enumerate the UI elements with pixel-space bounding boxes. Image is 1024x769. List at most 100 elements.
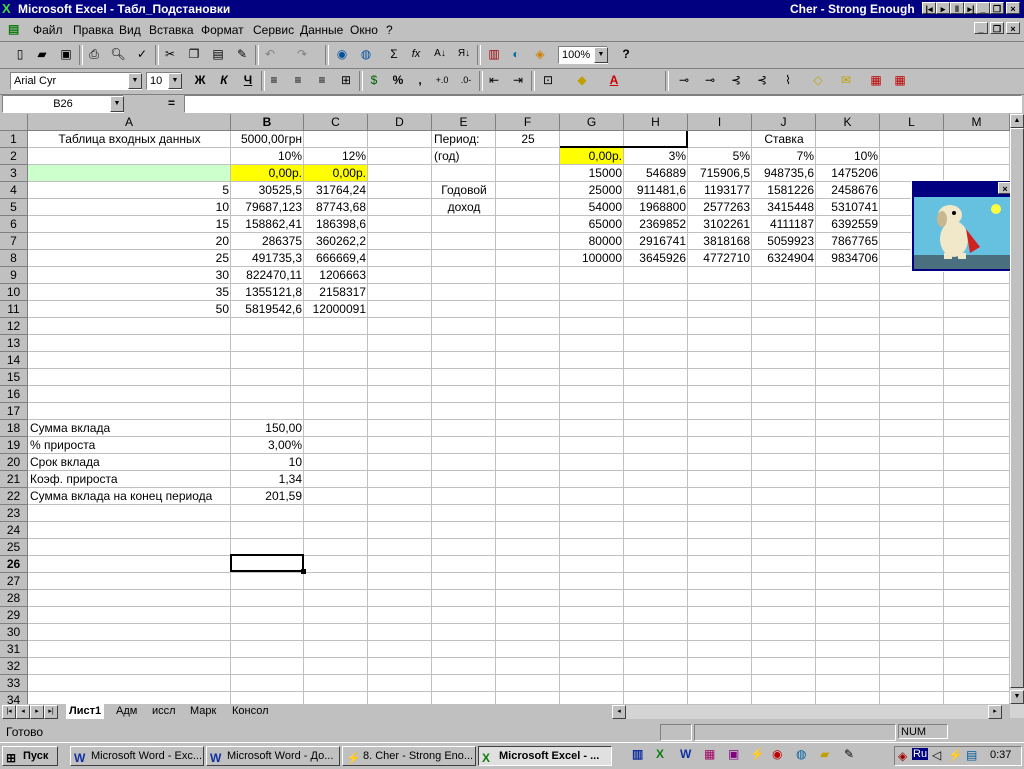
redo-icon[interactable]: ↷ (292, 44, 312, 64)
quick-media-icon[interactable]: ◉ (772, 747, 782, 761)
cell-c8[interactable]: 666669,4 (304, 250, 368, 267)
print-preview-icon[interactable]: 🔍︎ (108, 44, 128, 64)
trace-error-icon[interactable]: ◇ (808, 70, 828, 90)
save-icon[interactable]: ▣ (56, 44, 76, 64)
row-header-23[interactable]: 23 (0, 505, 28, 522)
menu-edit[interactable]: Правка (73, 23, 114, 37)
cell-g7[interactable]: 80000 (560, 233, 624, 250)
cell-h3[interactable]: 546889 (624, 165, 688, 182)
quick-excel-icon[interactable]: X (656, 747, 664, 761)
cell-e5[interactable]: доход (432, 199, 496, 216)
column-header-a[interactable]: A (28, 114, 231, 131)
winamp-pause-icon[interactable]: ‖ (950, 2, 964, 14)
bold-button[interactable]: Ж (190, 70, 210, 90)
trace-dependents-icon[interactable]: ⊰ (726, 70, 746, 90)
name-box[interactable]: B26 (2, 95, 124, 113)
cell-b9[interactable]: 822470,11 (231, 267, 304, 284)
row-header-4[interactable]: 4 (0, 182, 28, 199)
increase-decimal-icon[interactable]: +.0 (432, 70, 452, 90)
cell-f1[interactable]: 25 (496, 131, 560, 148)
drawing-icon[interactable]: ◈ (530, 44, 550, 64)
winamp-prev-icon[interactable]: |◂ (922, 2, 936, 14)
cell-a20[interactable]: Срок вклада (28, 454, 231, 471)
cell-a6[interactable]: 15 (28, 216, 231, 233)
menu-tools[interactable]: Сервис (253, 23, 294, 37)
cell-a4[interactable]: 5 (28, 182, 231, 199)
cell-a9[interactable]: 30 (28, 267, 231, 284)
name-box-dropdown-icon[interactable]: ▼ (110, 96, 124, 112)
tray-icon[interactable]: ◈ (898, 749, 907, 763)
cell-a11[interactable]: 50 (28, 301, 231, 318)
cell-j8[interactable]: 6324904 (752, 250, 816, 267)
row-header-33[interactable]: 33 (0, 675, 28, 692)
row-header-11[interactable]: 11 (0, 301, 28, 318)
cell-a18[interactable]: Сумма вклада (28, 420, 231, 437)
close-icon[interactable]: × (1006, 2, 1020, 14)
quick-access-icon[interactable]: ▣ (728, 747, 739, 761)
rocky-dog-icon[interactable] (914, 197, 1012, 269)
cell-j6[interactable]: 4111187 (752, 216, 816, 233)
cell-c10[interactable]: 2158317 (304, 284, 368, 301)
tray-winamp-icon[interactable]: ⚡ (948, 748, 963, 762)
fill-color-icon[interactable]: ◆ (572, 70, 592, 90)
cell-b18[interactable]: 150,00 (231, 420, 304, 437)
italic-button[interactable]: К (214, 70, 234, 90)
cell-h8[interactable]: 3645926 (624, 250, 688, 267)
menu-format[interactable]: Формат (201, 23, 244, 37)
cell-c11[interactable]: 12000091 (304, 301, 368, 318)
quick-explorer-icon[interactable]: ◍ (796, 747, 806, 761)
remove-all-arrows-icon[interactable]: ⌇ (778, 70, 798, 90)
row-header-5[interactable]: 5 (0, 199, 28, 216)
align-left-icon[interactable]: ≡ (264, 70, 284, 90)
doc-restore-icon[interactable]: ❐ (990, 22, 1004, 34)
row-header-1[interactable]: 1 (0, 131, 28, 148)
copy-icon[interactable]: ❐ (184, 44, 204, 64)
office-assistant-icon[interactable]: ? (616, 44, 636, 64)
cell-k6[interactable]: 6392559 (816, 216, 880, 233)
doc-close-icon[interactable]: × (1006, 22, 1020, 34)
decrease-decimal-icon[interactable]: .0- (456, 70, 476, 90)
cut-icon[interactable]: ✂ (160, 44, 180, 64)
row-header-21[interactable]: 21 (0, 471, 28, 488)
cell-a21[interactable]: Коэф. прироста (28, 471, 231, 488)
new-icon[interactable]: ▯ (10, 44, 30, 64)
print-icon[interactable]: ⎙ (84, 44, 104, 64)
cell-g8[interactable]: 100000 (560, 250, 624, 267)
row-header-20[interactable]: 20 (0, 454, 28, 471)
cell-b8[interactable]: 491735,3 (231, 250, 304, 267)
cell-h4[interactable]: 911481,6 (624, 182, 688, 199)
row-header-10[interactable]: 10 (0, 284, 28, 301)
row-header-13[interactable]: 13 (0, 335, 28, 352)
row-header-17[interactable]: 17 (0, 403, 28, 420)
cell-h2[interactable]: 3% (624, 148, 688, 165)
menu-data[interactable]: Данные (300, 23, 343, 37)
cell-i3[interactable]: 715906,5 (688, 165, 752, 182)
column-header-l[interactable]: L (880, 114, 944, 131)
formula-equals-button[interactable]: = (168, 96, 175, 110)
document-icon[interactable]: ▤ (8, 22, 19, 36)
cell-c4[interactable]: 31764,24 (304, 182, 368, 199)
cell-g6[interactable]: 65000 (560, 216, 624, 233)
row-header-28[interactable]: 28 (0, 590, 28, 607)
underline-button[interactable]: Ч (238, 70, 258, 90)
autosum-icon[interactable]: Σ (384, 44, 404, 64)
cell-k5[interactable]: 5310741 (816, 199, 880, 216)
cell-e1[interactable]: Период: (432, 131, 496, 148)
undo-icon[interactable]: ↶ (260, 44, 280, 64)
scroll-left-icon[interactable]: ◂ (612, 705, 626, 719)
quick-winamp-icon[interactable]: ⚡ (750, 747, 765, 761)
function-icon[interactable]: fx (406, 44, 426, 64)
scroll-up-icon[interactable]: ▲ (1010, 114, 1024, 128)
row-header-19[interactable]: 19 (0, 437, 28, 454)
cell-j4[interactable]: 1581226 (752, 182, 816, 199)
row-header-3[interactable]: 3 (0, 165, 28, 182)
winamp-play-icon[interactable]: ▸ (936, 2, 950, 14)
row-header-24[interactable]: 24 (0, 522, 28, 539)
row-header-6[interactable]: 6 (0, 216, 28, 233)
cell-k8[interactable]: 9834706 (816, 250, 880, 267)
new-comment-icon[interactable]: ✉ (836, 70, 856, 90)
cell-b7[interactable]: 286375 (231, 233, 304, 250)
merge-center-icon[interactable]: ⊞ (336, 70, 356, 90)
align-right-icon[interactable]: ≡ (312, 70, 332, 90)
cell-j1[interactable]: Ставка (688, 131, 880, 148)
